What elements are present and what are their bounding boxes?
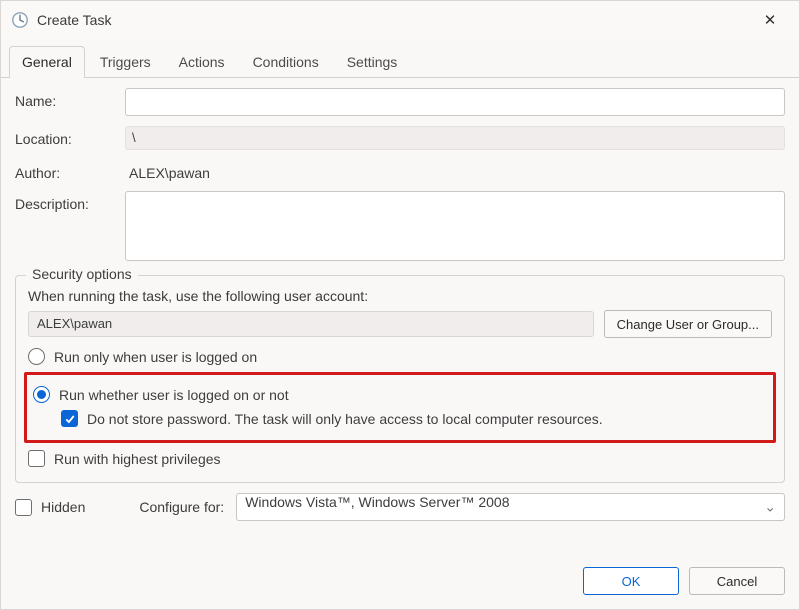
name-field[interactable] <box>125 88 785 116</box>
tab-label: Actions <box>179 54 225 70</box>
configure-for-select[interactable]: Windows Vista™, Windows Server™ 2008 ⌄ <box>236 493 785 521</box>
checkbox-dont-store-password[interactable]: Do not store password. The task will onl… <box>61 410 767 427</box>
run-as-account: ALEX\pawan <box>28 311 594 337</box>
description-label: Description: <box>15 191 125 212</box>
change-user-button[interactable]: Change User or Group... <box>604 310 772 338</box>
checkbox-highest-privileges[interactable]: Run with highest privileges <box>28 450 772 467</box>
tab-conditions[interactable]: Conditions <box>240 46 332 78</box>
radio-run-logged-on[interactable]: Run only when user is logged on <box>28 348 772 365</box>
tab-triggers[interactable]: Triggers <box>87 46 164 78</box>
security-options-group: Security options When running the task, … <box>15 275 785 483</box>
description-field[interactable] <box>125 191 785 261</box>
tab-label: Conditions <box>253 54 319 70</box>
radio-icon <box>28 348 45 365</box>
select-value: Windows Vista™, Windows Server™ 2008 <box>245 494 509 510</box>
radio-run-whether[interactable]: Run whether user is logged on or not <box>33 386 767 403</box>
location-label: Location: <box>15 126 125 147</box>
checkbox-icon <box>15 499 32 516</box>
titlebar: Create Task ✕ <box>1 1 799 39</box>
ok-button[interactable]: OK <box>583 567 679 595</box>
location-value: \ <box>125 126 785 150</box>
window-title: Create Task <box>37 12 747 28</box>
radio-label: Run only when user is logged on <box>54 349 257 365</box>
checkbox-label: Hidden <box>41 499 85 515</box>
checkbox-label: Do not store password. The task will onl… <box>87 411 603 427</box>
tab-label: Settings <box>347 54 398 70</box>
checkbox-icon <box>61 410 78 427</box>
security-options-legend: Security options <box>26 266 138 282</box>
cancel-button[interactable]: Cancel <box>689 567 785 595</box>
name-label: Name: <box>15 88 125 109</box>
tab-actions[interactable]: Actions <box>166 46 238 78</box>
tab-general-content: Name: Location: \ Author: ALEX\pawan Des… <box>1 78 799 557</box>
close-button[interactable]: ✕ <box>747 4 793 36</box>
highlight-box: Run whether user is logged on or not Do … <box>24 372 776 443</box>
radio-label: Run whether user is logged on or not <box>59 387 289 403</box>
checkbox-icon <box>28 450 45 467</box>
tab-label: Triggers <box>100 54 151 70</box>
chevron-down-icon: ⌄ <box>764 499 776 516</box>
dialog-footer: OK Cancel <box>1 557 799 609</box>
author-value: ALEX\pawan <box>125 160 785 181</box>
close-icon: ✕ <box>764 11 777 29</box>
taskscheduler-icon <box>11 11 29 29</box>
tab-general[interactable]: General <box>9 46 85 78</box>
tab-settings[interactable]: Settings <box>334 46 411 78</box>
security-prompt: When running the task, use the following… <box>28 288 772 304</box>
checkbox-label: Run with highest privileges <box>54 451 221 467</box>
create-task-window: Create Task ✕ General Triggers Actions C… <box>0 0 800 610</box>
radio-icon <box>33 386 50 403</box>
tab-label: General <box>22 54 72 70</box>
author-label: Author: <box>15 160 125 181</box>
configure-for-label: Configure for: <box>139 499 224 515</box>
tabbar: General Triggers Actions Conditions Sett… <box>1 39 799 78</box>
checkbox-hidden[interactable]: Hidden <box>15 499 85 516</box>
